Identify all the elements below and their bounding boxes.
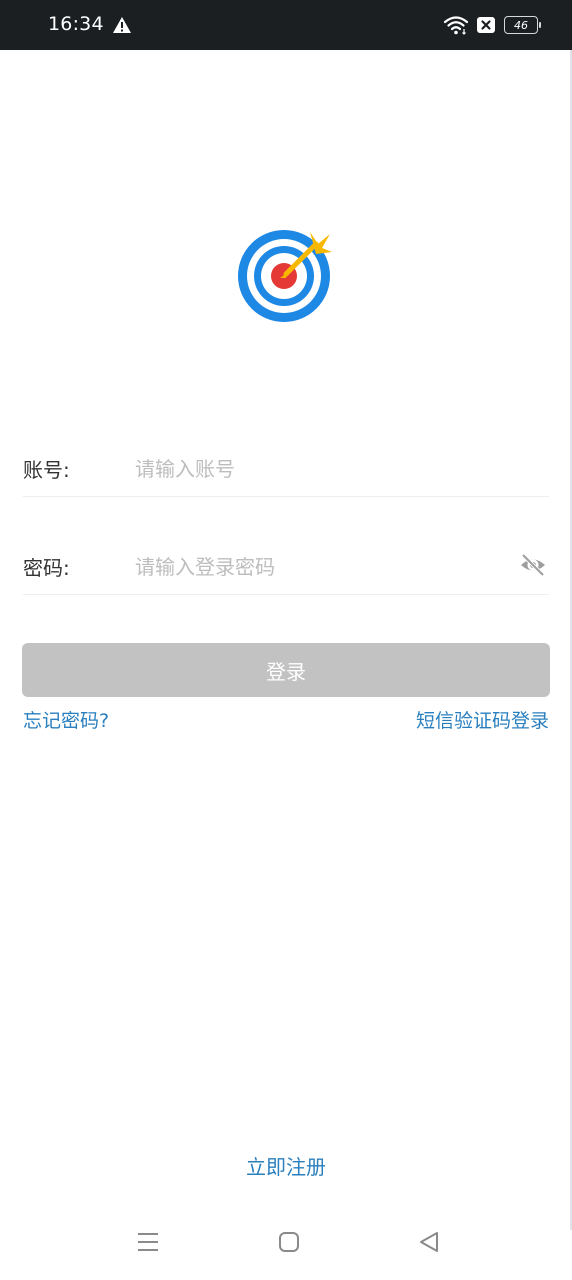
home-icon[interactable] bbox=[276, 1229, 302, 1255]
password-input[interactable] bbox=[133, 546, 497, 588]
status-time: 16:34 bbox=[48, 13, 104, 35]
battery-icon: 46 bbox=[504, 16, 541, 34]
sms-login-link[interactable]: 短信验证码登录 bbox=[416, 706, 549, 733]
warning-icon bbox=[113, 17, 131, 33]
login-button[interactable]: 登录 bbox=[22, 643, 550, 697]
forgot-password-link[interactable]: 忘记密码? bbox=[23, 706, 109, 733]
battery-level: 46 bbox=[514, 18, 528, 32]
password-label: 密码: bbox=[23, 556, 70, 580]
account-input[interactable] bbox=[133, 448, 497, 490]
wifi-icon bbox=[444, 16, 468, 35]
account-label: 账号: bbox=[23, 458, 70, 482]
system-nav-bar bbox=[0, 1215, 572, 1275]
menu-icon[interactable] bbox=[135, 1229, 161, 1255]
register-link[interactable]: 立即注册 bbox=[0, 1151, 572, 1180]
password-row: 密码: bbox=[23, 538, 549, 595]
back-icon[interactable] bbox=[416, 1229, 442, 1255]
account-row: 账号: bbox=[23, 440, 549, 497]
target-arrow-icon bbox=[238, 230, 332, 322]
status-icons: 46 bbox=[444, 14, 541, 36]
status-bar: 16:34 46 bbox=[0, 0, 572, 50]
sim-blocked-icon bbox=[477, 17, 495, 33]
eye-off-icon[interactable] bbox=[519, 552, 547, 578]
